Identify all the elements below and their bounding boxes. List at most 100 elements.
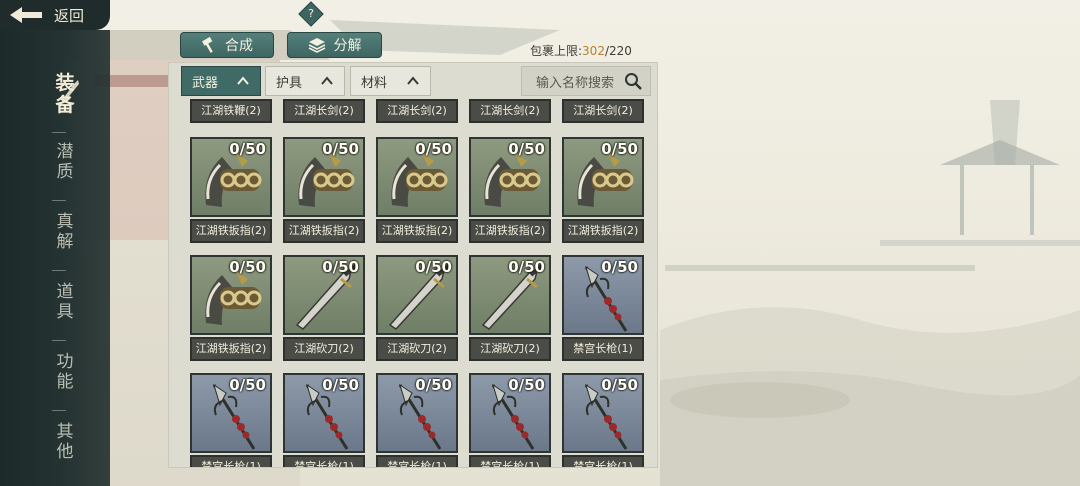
item-count: 0/50 xyxy=(322,376,359,394)
item-count: 0/50 xyxy=(508,140,545,158)
inventory-item[interactable]: 0/50 江湖砍刀(2) xyxy=(283,255,365,365)
item-thumbnail[interactable]: 0/50 xyxy=(283,255,365,335)
item-name-label: 禁宫长枪(1) xyxy=(376,455,458,467)
divider xyxy=(52,200,66,201)
inventory-item[interactable]: 0/50 江湖铁扳指(2) xyxy=(376,137,458,247)
item-grid: 江湖铁鞭(2) 江湖长剑(2) 江湖长剑(2) 江湖长剑(2) 江湖长剑(2) 0/50 江… xyxy=(190,99,650,467)
sidebar-item-potential[interactable]: 潜质 xyxy=(54,142,76,182)
inventory-item[interactable]: 0/50 江湖铁扳指(2) xyxy=(469,137,551,247)
divider xyxy=(52,270,66,271)
hammer-icon xyxy=(202,37,213,53)
inventory-item[interactable]: 0/50 禁宫长枪(1) xyxy=(562,373,644,467)
item-name-label: 江湖砍刀(2) xyxy=(469,337,551,361)
inventory-item[interactable]: 0/50 禁宫长枪(1) xyxy=(376,373,458,467)
sidebar-item-function[interactable]: 功能 xyxy=(54,352,76,392)
divider xyxy=(52,410,66,411)
item-thumbnail[interactable]: 0/50 xyxy=(469,255,551,335)
item-thumbnail[interactable]: 0/50 xyxy=(376,137,458,217)
inventory-item[interactable]: 0/50 江湖铁扳指(2) xyxy=(283,137,365,247)
item-name-label: 江湖长剑(2) xyxy=(283,99,365,123)
sidebar-item-equipment[interactable]: 装备 xyxy=(54,72,76,116)
item-count: 0/50 xyxy=(508,258,545,276)
item-thumbnail[interactable]: 0/50 xyxy=(376,373,458,453)
inventory-item[interactable]: 0/50 禁宫长枪(1) xyxy=(562,255,644,365)
tab-label: 武器 xyxy=(192,75,219,91)
item-name-label: 江湖长剑(2) xyxy=(469,99,551,123)
inventory-item[interactable]: 0/50 江湖铁扳指(2) xyxy=(562,137,644,247)
inventory-item[interactable]: 0/50 江湖铁扳指(2) xyxy=(190,255,272,365)
inventory-panel: 武器 护具 材料 输入名称搜索 江湖铁鞭(2) 江湖长剑(2) 江湖长剑(2) 江湖长… xyxy=(168,62,658,468)
item-name-label: 江湖砍刀(2) xyxy=(376,337,458,361)
item-thumbnail[interactable]: 0/50 xyxy=(376,255,458,335)
item-count: 0/50 xyxy=(601,140,638,158)
item-name-label: 禁宫长枪(1) xyxy=(283,455,365,467)
item-name-label: 禁宫长枪(1) xyxy=(469,455,551,467)
craft-label: 合成 xyxy=(225,38,253,54)
item-thumbnail[interactable]: 0/50 xyxy=(469,373,551,453)
item-count: 0/50 xyxy=(322,140,359,158)
item-count: 0/50 xyxy=(229,376,266,394)
chevron-up-icon xyxy=(237,76,249,85)
tab-materials[interactable]: 材料 xyxy=(350,66,431,96)
inventory-item[interactable]: 0/50 禁宫长枪(1) xyxy=(283,373,365,467)
item-count: 0/50 xyxy=(229,140,266,158)
capacity-used: 302 xyxy=(582,44,605,58)
tab-weapons[interactable]: 武器 xyxy=(181,66,261,96)
item-thumbnail[interactable]: 0/50 xyxy=(562,373,644,453)
search-icon[interactable] xyxy=(624,72,642,90)
item-count: 0/50 xyxy=(601,376,638,394)
item-thumbnail[interactable]: 0/50 xyxy=(562,255,644,335)
item-thumbnail[interactable]: 0/50 xyxy=(283,137,365,217)
divider xyxy=(52,132,66,133)
decompose-button[interactable]: 分解 xyxy=(287,32,382,58)
divider xyxy=(52,340,66,341)
search-input[interactable]: 输入名称搜索 xyxy=(521,66,651,96)
item-thumbnail[interactable]: 0/50 xyxy=(190,137,272,217)
sidebar-item-items[interactable]: 道具 xyxy=(54,282,76,322)
tab-label: 护具 xyxy=(276,75,303,91)
item-count: 0/50 xyxy=(415,140,452,158)
item-count: 0/50 xyxy=(229,258,266,276)
sidebar-item-other[interactable]: 其他 xyxy=(54,422,76,462)
item-thumbnail[interactable]: 0/50 xyxy=(190,255,272,335)
item-name-label: 江湖铁扳指(2) xyxy=(469,219,551,243)
item-count: 0/50 xyxy=(415,376,452,394)
inventory-item[interactable]: 0/50 江湖砍刀(2) xyxy=(376,255,458,365)
item-name-label: 江湖长剑(2) xyxy=(562,99,644,123)
decompose-label: 分解 xyxy=(333,38,362,54)
item-name-label: 江湖铁扳指(2) xyxy=(376,219,458,243)
item-name-label: 江湖铁扳指(2) xyxy=(562,219,644,243)
item-thumbnail[interactable]: 0/50 xyxy=(469,137,551,217)
item-name-label: 江湖铁鞭(2) xyxy=(190,99,272,123)
inventory-item[interactable]: 0/50 禁宫长枪(1) xyxy=(469,373,551,467)
capacity-prefix: 包裹上限: xyxy=(530,44,583,58)
sidebar: 装备 潜质 真解 道具 功能 其他 xyxy=(0,30,110,486)
sidebar-item-true-solution[interactable]: 真解 xyxy=(54,212,76,252)
item-name-label: 江湖长剑(2) xyxy=(376,99,458,123)
back-arrow-icon xyxy=(10,7,42,23)
item-thumbnail[interactable]: 0/50 xyxy=(283,373,365,453)
item-thumbnail[interactable]: 0/50 xyxy=(190,373,272,453)
item-name-label: 禁宫长枪(1) xyxy=(190,455,272,467)
capacity-total: 220 xyxy=(609,44,632,58)
inventory-item[interactable]: 0/50 江湖砍刀(2) xyxy=(469,255,551,365)
back-label: 返回 xyxy=(54,6,85,25)
chevron-up-icon xyxy=(321,76,333,85)
item-count: 0/50 xyxy=(601,258,638,276)
item-name-label: 禁宫长枪(1) xyxy=(562,337,644,361)
help-label: ? xyxy=(308,7,314,20)
chevron-up-icon xyxy=(407,76,419,85)
layers-icon xyxy=(308,38,325,53)
item-thumbnail[interactable]: 0/50 xyxy=(562,137,644,217)
item-name-label: 江湖砍刀(2) xyxy=(283,337,365,361)
item-name-label: 江湖铁扳指(2) xyxy=(283,219,365,243)
inventory-item[interactable]: 0/50 禁宫长枪(1) xyxy=(190,373,272,467)
capacity-readout: 包裹上限:302/220 xyxy=(530,42,632,59)
item-name-label: 江湖铁扳指(2) xyxy=(190,337,272,361)
craft-button[interactable]: 合成 xyxy=(180,32,274,58)
back-button[interactable]: 返回 xyxy=(0,0,110,30)
tab-armor[interactable]: 护具 xyxy=(265,66,345,96)
item-count: 0/50 xyxy=(508,376,545,394)
item-count: 0/50 xyxy=(415,258,452,276)
inventory-item[interactable]: 0/50 江湖铁扳指(2) xyxy=(190,137,272,247)
